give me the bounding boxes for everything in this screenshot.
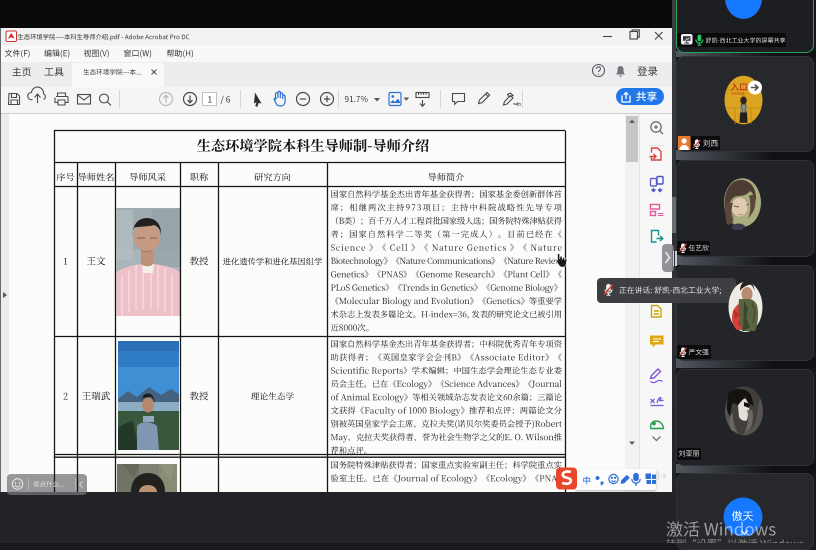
svg-text:Entrance: Entrance	[731, 92, 745, 96]
svg-text:th: th	[517, 102, 521, 108]
